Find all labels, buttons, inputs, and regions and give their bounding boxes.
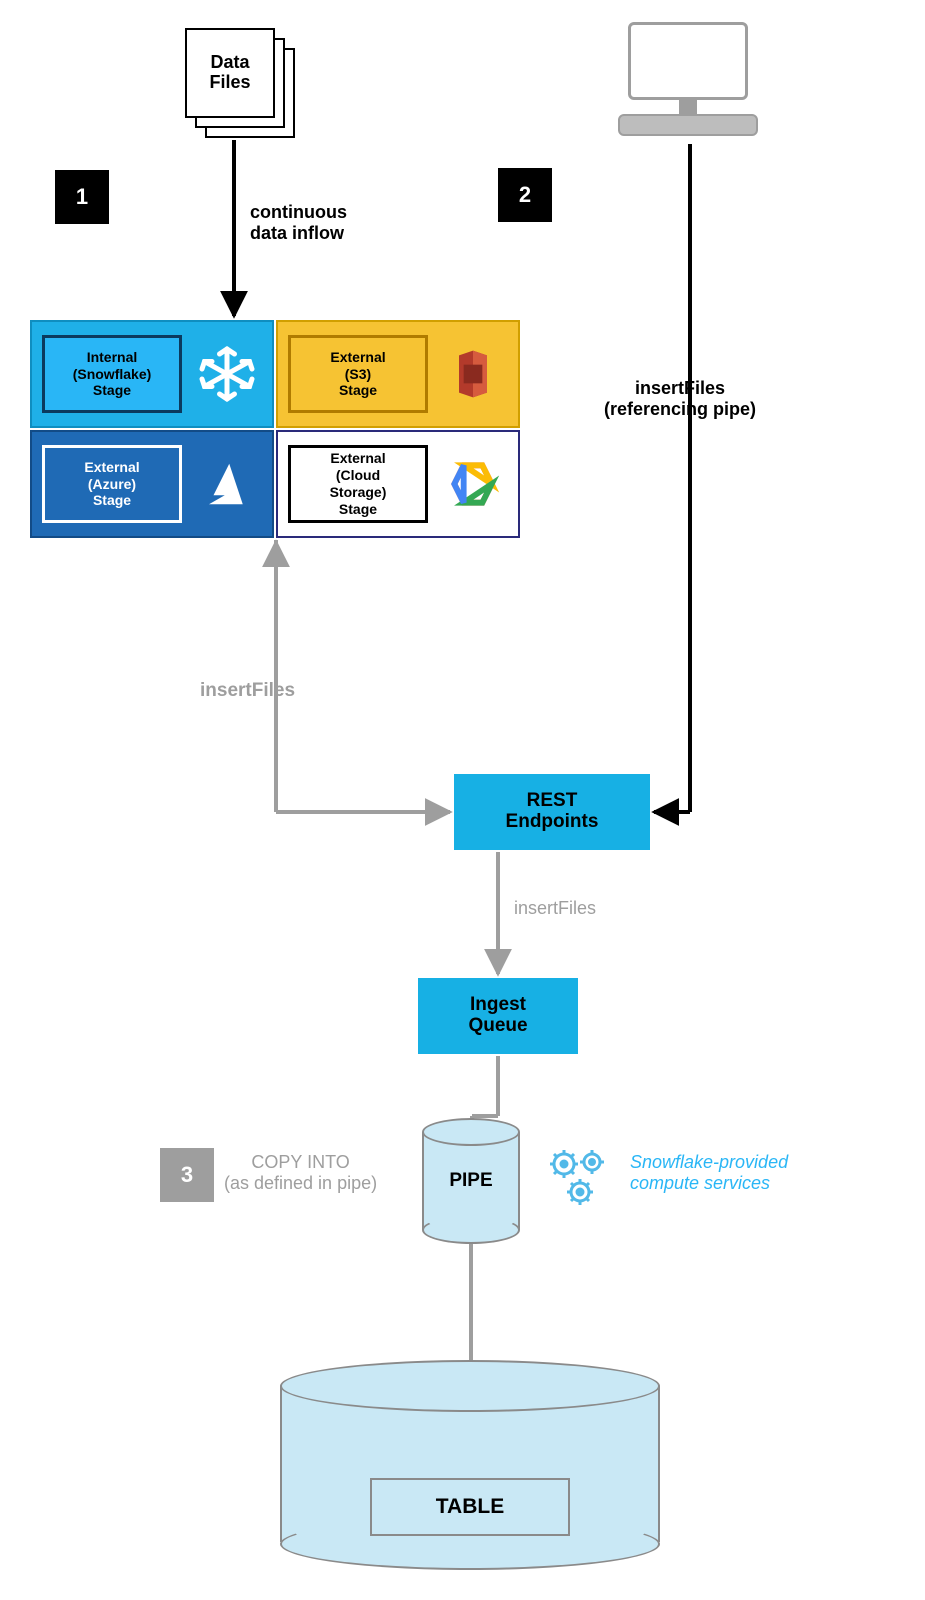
table-label: TABLE	[370, 1478, 570, 1536]
rest-endpoints-node: RESTEndpoints	[454, 774, 650, 850]
label-copy-into: COPY INTO(as defined in pipe)	[224, 1152, 377, 1193]
label-compute-services: Snowflake-providedcompute services	[630, 1152, 788, 1193]
label-insertfiles-left: insertFiles	[200, 680, 295, 702]
data-files-icon: DataFiles	[185, 28, 295, 138]
label-insertfiles-mid: insertFiles	[514, 898, 596, 919]
azure-icon	[182, 457, 272, 511]
google-cloud-icon	[428, 456, 518, 512]
stages-grid: Internal(Snowflake)Stage External(S3)Sta…	[30, 320, 520, 536]
stage-azure-label: External(Azure)Stage	[42, 445, 182, 523]
computer-icon	[618, 22, 758, 142]
data-files-label: DataFiles	[185, 28, 275, 118]
aws-s3-icon	[428, 346, 518, 402]
stage-snowflake: Internal(Snowflake)Stage	[30, 320, 274, 428]
step-badge-1: 1	[55, 170, 109, 224]
diagram-canvas: DataFiles 1 2 3 continuousdata inflow in…	[0, 0, 925, 1600]
ingest-queue-node: IngestQueue	[418, 978, 578, 1054]
table-node: TABLE	[280, 1360, 660, 1570]
label-continuous-inflow: continuousdata inflow	[250, 202, 347, 243]
stage-snowflake-label: Internal(Snowflake)Stage	[42, 335, 182, 413]
step-badge-2: 2	[498, 168, 552, 222]
stage-gcs: External(CloudStorage)Stage	[276, 430, 520, 538]
stage-s3: External(S3)Stage	[276, 320, 520, 428]
gears-icon	[540, 1138, 620, 1218]
label-insertfiles-ref-pipe: insertFiles(referencing pipe)	[604, 378, 756, 419]
pipe-node: PIPE	[422, 1118, 520, 1244]
stage-azure: External(Azure)Stage	[30, 430, 274, 538]
stage-s3-label: External(S3)Stage	[288, 335, 428, 413]
snowflake-icon	[182, 344, 272, 404]
stage-gcs-label: External(CloudStorage)Stage	[288, 445, 428, 523]
step-badge-3: 3	[160, 1148, 214, 1202]
